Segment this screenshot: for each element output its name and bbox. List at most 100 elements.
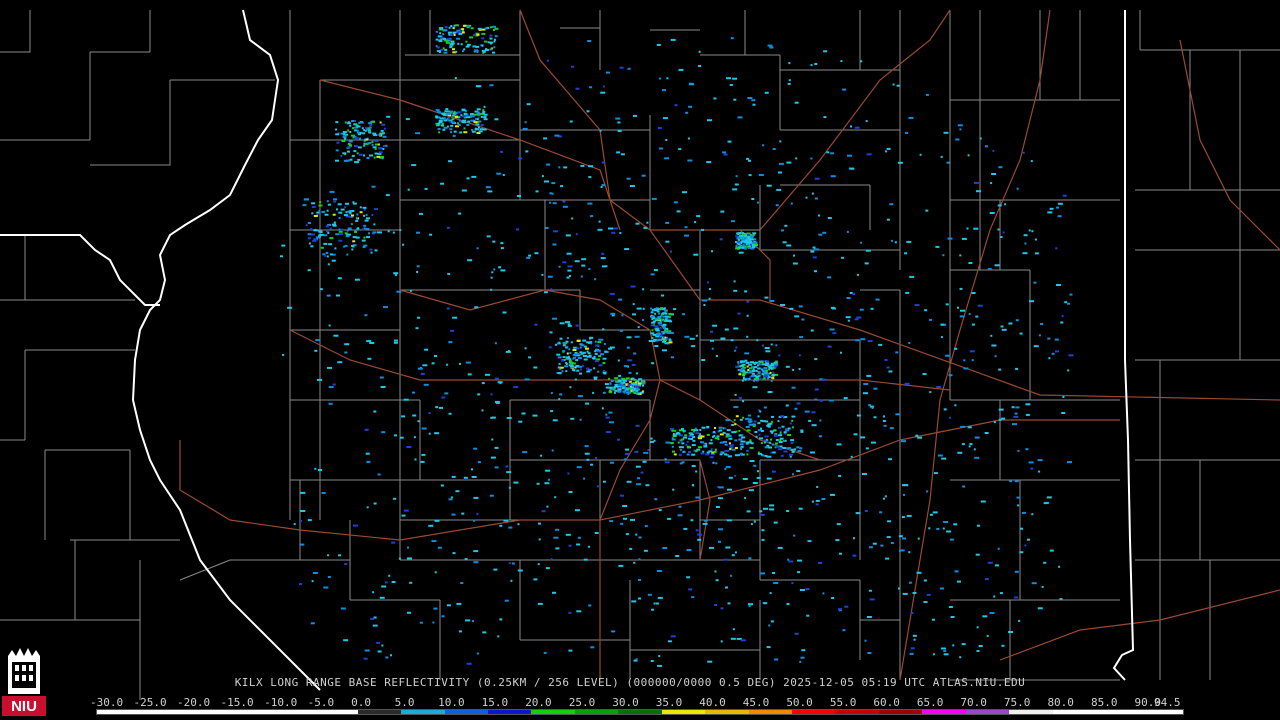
echo-pixel	[552, 591, 556, 594]
echo-pixel	[671, 438, 676, 441]
echo-pixel	[494, 342, 497, 345]
echo-pixel	[635, 372, 638, 375]
echo-pixel	[976, 190, 981, 193]
echo-pixel	[1061, 315, 1064, 318]
echo-pixel	[559, 322, 565, 325]
echo-pixel	[818, 562, 823, 564]
echo-pixel	[601, 161, 605, 164]
echo-pixel	[752, 234, 755, 237]
echo-pixel	[280, 255, 283, 258]
echo-pixel	[440, 484, 444, 487]
echo-pixel	[846, 230, 849, 233]
echo-pixel	[636, 483, 642, 486]
echo-pixel	[475, 123, 480, 126]
echo-pixel	[475, 45, 480, 48]
echo-pixel	[799, 336, 804, 339]
echo-pixel	[313, 215, 318, 217]
echo-pixel	[518, 157, 523, 160]
echo-pixel	[796, 446, 800, 449]
echo-pixel	[757, 415, 760, 418]
echo-pixel	[340, 208, 345, 211]
echo-pixel	[503, 519, 509, 522]
echo-pixel	[792, 368, 795, 371]
echo-pixel	[868, 589, 872, 592]
echo-pixel	[358, 153, 363, 156]
echo-pixel	[684, 234, 689, 237]
echo-pixel	[702, 522, 708, 525]
echo-pixel	[454, 116, 458, 118]
echo-pixel	[407, 611, 411, 614]
echo-pixel	[611, 630, 616, 633]
echo-pixel	[353, 150, 357, 153]
echo-pixel	[670, 38, 676, 41]
echo-pixel	[481, 382, 485, 385]
echo-pixel	[765, 362, 770, 365]
echo-pixel	[712, 324, 718, 327]
echo-pixel	[568, 364, 573, 367]
echo-pixel	[700, 452, 705, 455]
echo-pixel	[622, 505, 628, 507]
echo-pixel	[733, 327, 739, 330]
echo-pixel	[830, 306, 835, 309]
echo-pixel	[823, 116, 827, 119]
echo-pixel	[601, 265, 606, 268]
echo-pixel	[827, 345, 832, 348]
echo-pixel	[1014, 570, 1019, 573]
echo-pixel	[325, 225, 329, 228]
echo-pixel	[829, 328, 835, 331]
echo-pixel	[583, 558, 588, 561]
echo-pixel	[909, 275, 915, 278]
echo-pixel	[643, 226, 648, 229]
echo-pixel	[819, 419, 822, 422]
echo-pixel	[450, 40, 455, 43]
echo-pixel	[575, 233, 578, 236]
echo-pixel	[449, 46, 453, 49]
echo-pixel	[374, 208, 378, 211]
echo-pixel	[335, 128, 338, 131]
echo-pixel	[866, 153, 872, 156]
echo-pixel	[948, 374, 953, 377]
echo-pixel	[993, 595, 996, 598]
echo-pixel	[1031, 513, 1034, 516]
echo-pixel	[957, 451, 963, 454]
colorbar-swatch	[748, 710, 792, 714]
echo-pixel	[750, 523, 753, 526]
echo-pixel	[923, 601, 928, 603]
echo-pixel	[1015, 367, 1019, 370]
echo-pixel	[485, 373, 490, 376]
echo-pixel	[762, 344, 764, 347]
echo-pixel	[998, 408, 1004, 411]
echo-pixel	[688, 588, 693, 591]
echo-pixel	[586, 110, 590, 113]
echo-pixel	[940, 336, 943, 339]
echo-pixel	[617, 383, 621, 386]
echo-pixel	[470, 113, 473, 116]
echo-pixel	[665, 139, 668, 141]
echo-pixel	[596, 485, 599, 488]
echo-pixel	[446, 226, 450, 229]
echo-pixel	[555, 528, 560, 531]
echo-pixel	[347, 143, 351, 145]
colorbar-swatch	[1096, 710, 1140, 714]
echo-pixel	[1031, 230, 1034, 233]
echo-pixel	[752, 482, 758, 484]
echo-pixel	[634, 335, 640, 338]
echo-pixel	[856, 316, 862, 319]
echo-pixel	[357, 146, 362, 149]
product-caption: KILX LONG RANGE BASE REFLECTIVITY (0.25K…	[234, 676, 1026, 689]
echo-pixel	[790, 202, 793, 205]
echo-pixel	[403, 509, 409, 512]
echo-pixel	[311, 206, 316, 208]
echo-pixel	[683, 436, 688, 439]
echo-pixel	[477, 117, 480, 120]
echo-pixel	[967, 154, 970, 157]
echo-pixel	[854, 126, 860, 129]
echo-pixel	[457, 124, 461, 126]
echo-pixel	[489, 41, 494, 44]
echo-pixel	[659, 324, 661, 327]
echo-pixel	[568, 611, 572, 614]
echo-pixel	[755, 376, 759, 378]
echo-pixel	[569, 120, 573, 123]
echo-pixel	[410, 289, 412, 292]
echo-pixel	[590, 646, 595, 649]
